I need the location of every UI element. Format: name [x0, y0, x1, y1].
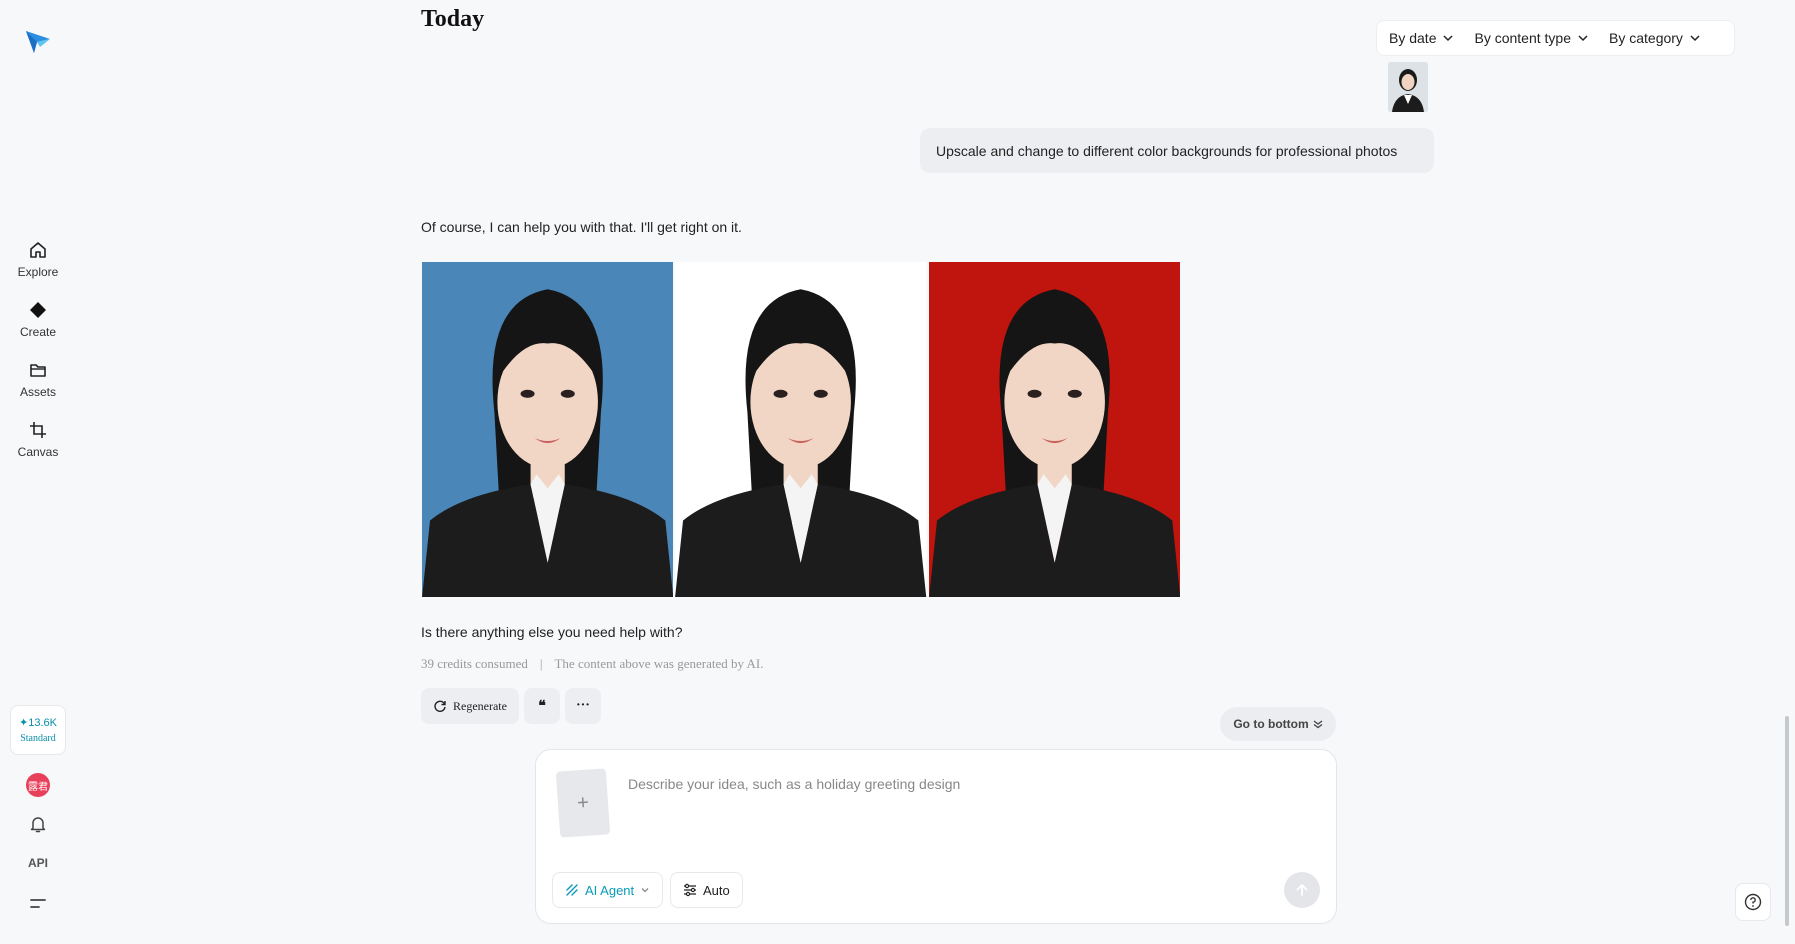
app-logo[interactable] [24, 27, 52, 55]
folder-icon [27, 359, 49, 381]
uploaded-photo-thumbnail[interactable] [1388, 62, 1428, 112]
sparkle-icon: ✦ [19, 717, 29, 729]
credits-consumed: 39 credits consumed [421, 656, 528, 671]
sidebar-item-label: Create [19, 325, 57, 339]
generated-images [422, 262, 1180, 597]
regenerate-label: Regenerate [453, 698, 507, 713]
go-to-bottom-button[interactable]: Go to bottom [1220, 707, 1336, 741]
sidebar-item-canvas[interactable]: Canvas [8, 419, 68, 471]
send-button[interactable] [1284, 872, 1320, 908]
refresh-icon [434, 700, 446, 712]
credits-amount: 13.6K [28, 717, 57, 729]
generated-image-red[interactable] [928, 262, 1180, 597]
filter-by-content-type[interactable]: By content type [1474, 30, 1589, 46]
portrait-image [675, 262, 927, 597]
page-title: Today [421, 6, 485, 32]
auto-label: Auto [703, 882, 730, 898]
sidebar-item-create[interactable]: Create [8, 299, 68, 351]
portrait-image [928, 262, 1180, 597]
sidebar-item-label: Assets [19, 385, 56, 399]
response-meta: 39 credits consumed | The content above … [421, 656, 764, 672]
sidebar: Explore Create Assets Canvas ✦13.6K Stan… [0, 0, 76, 944]
diamond-icon [27, 299, 49, 321]
generated-image-white[interactable] [675, 262, 927, 597]
plan-tier: Standard [20, 733, 56, 744]
filter-label: By category [1609, 30, 1683, 46]
menu-icon[interactable] [29, 896, 47, 912]
prompt-composer: + AI Agent Auto [535, 749, 1337, 924]
meta-separator: | [539, 656, 543, 671]
filter-by-date[interactable]: By date [1389, 30, 1454, 46]
quote-button[interactable]: ❝ [523, 688, 560, 724]
bell-icon[interactable] [28, 814, 48, 834]
more-icon: ··· [575, 698, 590, 713]
arrow-up-icon [1296, 884, 1308, 896]
ai-response-intro: Of course, I can help you with that. I'l… [421, 219, 742, 235]
more-button[interactable]: ··· [564, 688, 601, 724]
ai-agent-label: AI Agent [585, 882, 635, 898]
ai-response-followup: Is there anything else you need help wit… [421, 624, 683, 640]
response-actions: Regenerate ❝ ··· [421, 688, 601, 724]
go-to-bottom-label: Go to bottom [1233, 717, 1309, 731]
credits-badge[interactable]: ✦13.6K Standard [10, 705, 66, 755]
filter-bar: By date By content type By category [1376, 20, 1735, 56]
help-icon [1744, 893, 1762, 911]
chevron-down-icon [641, 888, 649, 893]
double-chevron-down-icon [1313, 720, 1323, 729]
sidebar-item-explore[interactable]: Explore [8, 239, 68, 291]
sidebar-item-label: Explore [17, 265, 59, 279]
sliders-icon [684, 883, 696, 897]
filter-by-category[interactable]: By category [1609, 30, 1701, 46]
plus-icon: + [576, 791, 590, 814]
prompt-input[interactable] [628, 764, 1318, 804]
filter-label: By content type [1474, 30, 1571, 46]
regenerate-button[interactable]: Regenerate [421, 688, 519, 724]
api-link[interactable]: API [0, 856, 76, 870]
crop-icon [27, 419, 49, 441]
quote-icon: ❝ [538, 698, 546, 714]
help-button[interactable] [1735, 883, 1771, 921]
agent-icon [566, 884, 578, 896]
generated-image-blue[interactable] [422, 262, 674, 597]
add-image-button[interactable]: + [555, 768, 611, 838]
portrait-image [422, 262, 674, 597]
user-message: Upscale and change to different color ba… [920, 128, 1434, 173]
sidebar-item-assets[interactable]: Assets [8, 359, 68, 411]
chevron-down-icon [1578, 35, 1588, 42]
filter-label: By date [1389, 30, 1437, 46]
chevron-down-icon [1443, 35, 1454, 42]
sidebar-item-label: Canvas [17, 445, 59, 459]
avatar[interactable]: 露君 [26, 773, 50, 797]
home-icon [27, 239, 49, 261]
auto-settings-button[interactable]: Auto [670, 872, 743, 908]
ai-agent-dropdown[interactable]: AI Agent [552, 872, 664, 908]
chevron-down-icon [1690, 35, 1700, 42]
scrollbar[interactable] [1785, 716, 1789, 926]
ai-notice: The content above was generated by AI. [554, 656, 764, 671]
